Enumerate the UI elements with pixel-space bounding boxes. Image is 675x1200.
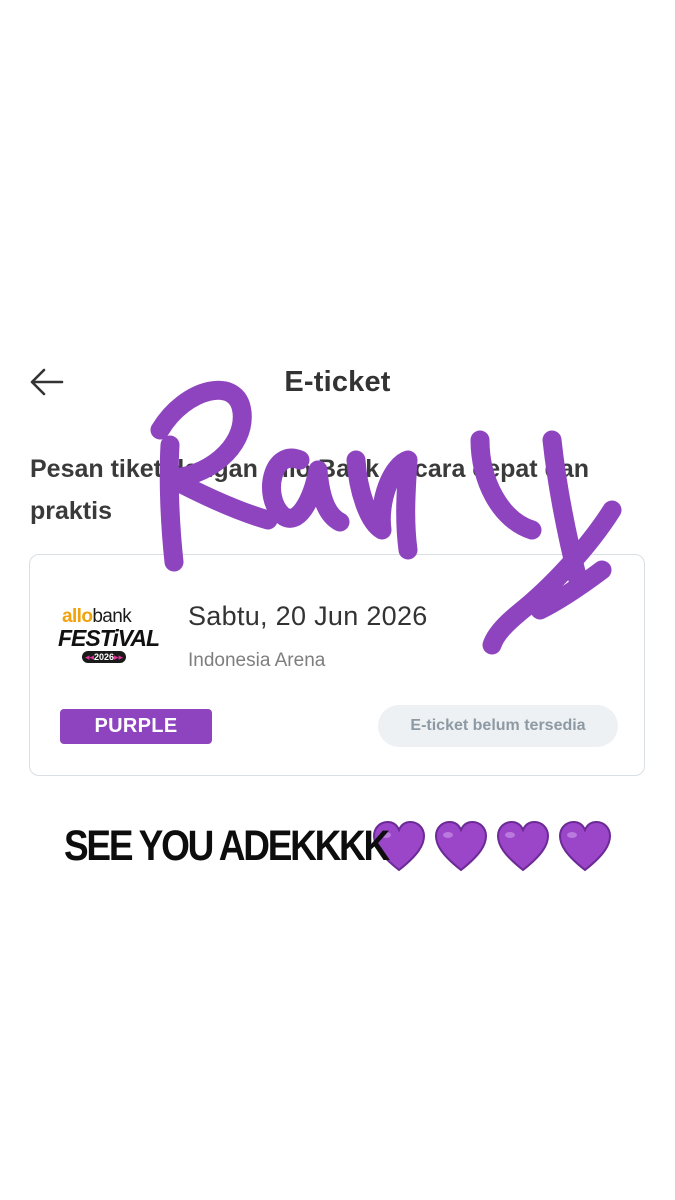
event-logo: allobank FESTiVAL ◂◂2026▸▸ [58, 607, 162, 671]
purple-heart-icon [434, 820, 488, 872]
event-venue: Indonesia Arena [188, 650, 326, 671]
eticket-status-button[interactable]: E-ticket belum tersedia [378, 705, 618, 747]
purple-heart-icon [496, 820, 550, 872]
logo-year: 2026 [93, 652, 115, 662]
caption-text: SEE YOU ADEKKKK [64, 821, 390, 870]
event-date: Sabtu, 20 Jun 2026 [188, 601, 428, 631]
story-caption: SEE YOU ADEKKKK [64, 814, 614, 878]
ticket-card[interactable]: allobank FESTiVAL ◂◂2026▸▸ Sabtu, 20 Jun… [29, 554, 645, 776]
logo-brand: allobank [62, 606, 132, 627]
app-header: E-ticket [0, 352, 675, 412]
ticket-category-badge: PURPLE [60, 709, 212, 744]
purple-heart-icon [558, 820, 612, 872]
logo-brand-secondary: bank [92, 606, 132, 627]
logo-brand-primary: allo [62, 606, 93, 627]
page-title: E-ticket [284, 366, 391, 398]
promo-text: Pesan tiket dengan Allo Bank secara cepa… [30, 455, 589, 525]
hearts-group [370, 818, 614, 874]
logo-event-name: FESTiVAL [58, 625, 160, 651]
logo-year-badge: ◂◂2026▸▸ [82, 651, 126, 663]
logo-year-right-marks: ▸▸ [114, 652, 124, 662]
logo-year-left-marks: ◂◂ [84, 652, 94, 662]
